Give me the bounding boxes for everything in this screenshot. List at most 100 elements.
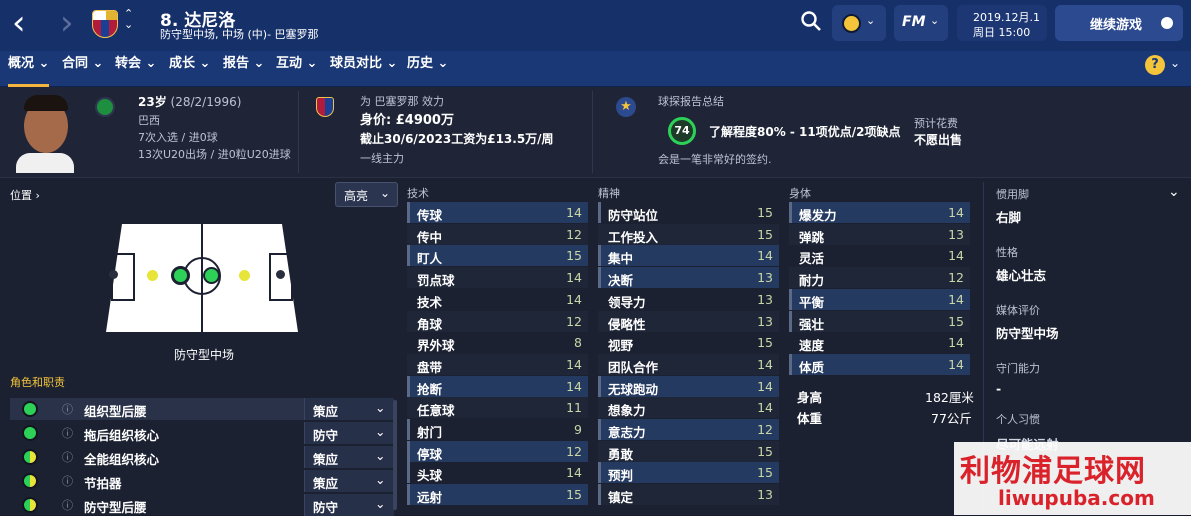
roles-scrollbar[interactable] — [393, 400, 397, 510]
mental-attr-row[interactable]: 工作投入 15 — [598, 223, 779, 245]
physical-attr-row[interactable]: 速度 14 — [789, 332, 970, 353]
back-icon[interactable]: ‹ — [12, 3, 26, 43]
attr-label: 技术 — [417, 294, 443, 310]
player-photo — [16, 91, 74, 173]
dob-value: (28/2/1996) — [170, 95, 242, 109]
tab-transfer[interactable]: 转会 ⌄ — [115, 51, 156, 87]
mental-attr-row[interactable]: 团队合作 14 — [598, 353, 779, 375]
physical-attr-row[interactable]: 爆发力 14 — [789, 202, 970, 223]
continue-button[interactable]: 继续游戏 — [1055, 5, 1183, 41]
mental-attr-row[interactable]: 防守站位 15 — [598, 202, 779, 223]
technical-attr-row[interactable]: 抢断 14 — [407, 375, 588, 397]
technical-attr-row[interactable]: 盯人 15 — [407, 245, 588, 267]
technical-attr-row[interactable]: 传球 14 — [407, 202, 588, 223]
search-icon[interactable] — [800, 10, 822, 32]
technical-attr-row[interactable]: 盘带 14 — [407, 353, 588, 375]
physical-attr-row[interactable]: 灵活 14 — [789, 245, 970, 266]
star-icon: ★ — [616, 97, 636, 117]
physical-attr-row[interactable]: 弹跳 13 — [789, 223, 970, 245]
mental-attr-row[interactable]: 镇定 13 — [598, 484, 779, 506]
physical-attr-row[interactable]: 体质 14 — [789, 353, 970, 375]
physical-attr-row[interactable]: 平衡 14 — [789, 288, 970, 310]
mental-attr-row[interactable]: 意志力 12 — [598, 419, 779, 440]
technical-attr-row[interactable]: 角球 12 — [407, 310, 588, 332]
attr-marker — [789, 288, 792, 310]
technical-attr-row[interactable]: 远射 15 — [407, 484, 588, 506]
attr-value: 12 — [566, 313, 582, 329]
technical-attr-row[interactable]: 罚点球 14 — [407, 267, 588, 289]
tab-reports[interactable]: 报告 ⌄ — [223, 51, 264, 87]
tab-label: 转会 — [115, 56, 142, 71]
tab-compare[interactable]: 球员对比 ⌄ — [330, 51, 397, 87]
info-icon[interactable]: ⓘ — [62, 473, 73, 489]
chevron-down-icon[interactable]: ⌄ — [1170, 56, 1180, 70]
attr-value: 15 — [566, 487, 582, 503]
duty-dropdown[interactable]: 防守 ⌄ — [304, 422, 394, 444]
attr-label: 速度 — [799, 338, 825, 354]
technical-attr-row[interactable]: 射门 9 — [407, 419, 588, 440]
play-icon — [1161, 17, 1173, 29]
mental-attr-row[interactable]: 集中 14 — [598, 245, 779, 267]
technical-attr-row[interactable]: 传中 12 — [407, 223, 588, 245]
tab-interaction[interactable]: 互动 ⌄ — [276, 51, 317, 87]
world-menu-button[interactable]: ⌄ — [832, 5, 886, 41]
chevron-down-icon: ⌄ — [375, 448, 386, 463]
physical-attr-row[interactable]: 强壮 15 — [789, 310, 970, 332]
technical-attr-row[interactable]: 界外球 8 — [407, 332, 588, 353]
role-row[interactable]: ⓘ 全能组织核心 策应 ⌄ — [10, 446, 394, 468]
caps: 7次入选 / 进0球 — [138, 131, 218, 144]
attr-value: 13 — [757, 270, 773, 286]
fm-menu-button[interactable]: FM ⌄ — [894, 5, 948, 41]
attr-label: 耐力 — [799, 273, 825, 289]
chevron-down-icon[interactable]: ⌄ — [1168, 184, 1180, 200]
mental-attr-row[interactable]: 决断 13 — [598, 267, 779, 289]
chevron-down-icon: ⌄ — [375, 496, 386, 511]
chevron-updown-icon[interactable]: ⌃ ⌄ — [124, 8, 133, 30]
technical-attr-row[interactable]: 头球 14 — [407, 462, 588, 484]
mental-attr-row[interactable]: 视野 15 — [598, 332, 779, 353]
forward-icon[interactable]: › — [60, 3, 74, 43]
tab-overview[interactable]: 概况 ⌄ — [8, 51, 50, 87]
age-value: 23岁 — [138, 95, 167, 109]
info-icon[interactable]: ⓘ — [62, 449, 73, 465]
info-icon[interactable]: ⓘ — [62, 497, 73, 513]
role-row[interactable]: ⓘ 组织型后腰 策应 ⌄ — [10, 398, 394, 420]
physical-attr-row[interactable]: 耐力 12 — [789, 267, 970, 289]
technical-attr-row[interactable]: 技术 14 — [407, 289, 588, 310]
technical-attr-row[interactable]: 停球 12 — [407, 440, 588, 462]
duty-dropdown[interactable]: 策应 ⌄ — [304, 398, 394, 420]
foot-label: 惯用脚 — [996, 188, 1029, 201]
roles-title: 角色和职责 — [10, 376, 65, 389]
role-row[interactable]: ⓘ 节拍器 策应 ⌄ — [10, 470, 394, 492]
attr-label: 射门 — [417, 425, 443, 440]
info-icon[interactable]: ⓘ — [62, 425, 73, 441]
attr-label: 盘带 — [417, 359, 443, 375]
attr-value: 15 — [948, 313, 964, 329]
duty-dropdown[interactable]: 策应 ⌄ — [304, 470, 394, 492]
tab-contract[interactable]: 合同 ⌄ — [62, 51, 103, 87]
mental-attr-row[interactable]: 侵略性 13 — [598, 310, 779, 332]
duty-dropdown[interactable]: 防守 ⌄ — [304, 494, 394, 516]
role-row[interactable]: ⓘ 拖后组织核心 防守 ⌄ — [10, 422, 394, 444]
club-crest-icon[interactable] — [92, 10, 118, 38]
tab-development[interactable]: 成长 ⌄ — [169, 51, 210, 87]
role-row[interactable]: ⓘ 防守型后腰 防守 ⌄ — [10, 494, 394, 516]
technical-attr-row[interactable]: 任意球 11 — [407, 397, 588, 419]
mental-attr-row[interactable]: 领导力 13 — [598, 289, 779, 310]
mental-attr-row[interactable]: 勇敢 15 — [598, 440, 779, 462]
attr-label: 镇定 — [608, 490, 634, 506]
tab-history[interactable]: 历史 ⌄ — [407, 51, 448, 87]
duty-dropdown[interactable]: 策应 ⌄ — [304, 446, 394, 468]
attr-marker — [407, 462, 410, 484]
tab-label: 球员对比 — [330, 56, 383, 71]
info-icon[interactable]: ⓘ — [62, 401, 73, 417]
attr-label: 灵活 — [799, 251, 825, 267]
tab-label: 合同 — [62, 56, 89, 71]
mental-attr-row[interactable]: 想象力 14 — [598, 397, 779, 419]
help-icon[interactable]: ? — [1145, 55, 1165, 75]
highlight-dropdown[interactable]: 高亮 ⌄ — [335, 182, 398, 207]
mental-attr-row[interactable]: 无球跑动 14 — [598, 375, 779, 397]
position-title[interactable]: 位置 › — [10, 187, 40, 203]
mental-attr-row[interactable]: 预判 15 — [598, 462, 779, 484]
chevron-down-icon: ⌄ — [930, 14, 940, 27]
